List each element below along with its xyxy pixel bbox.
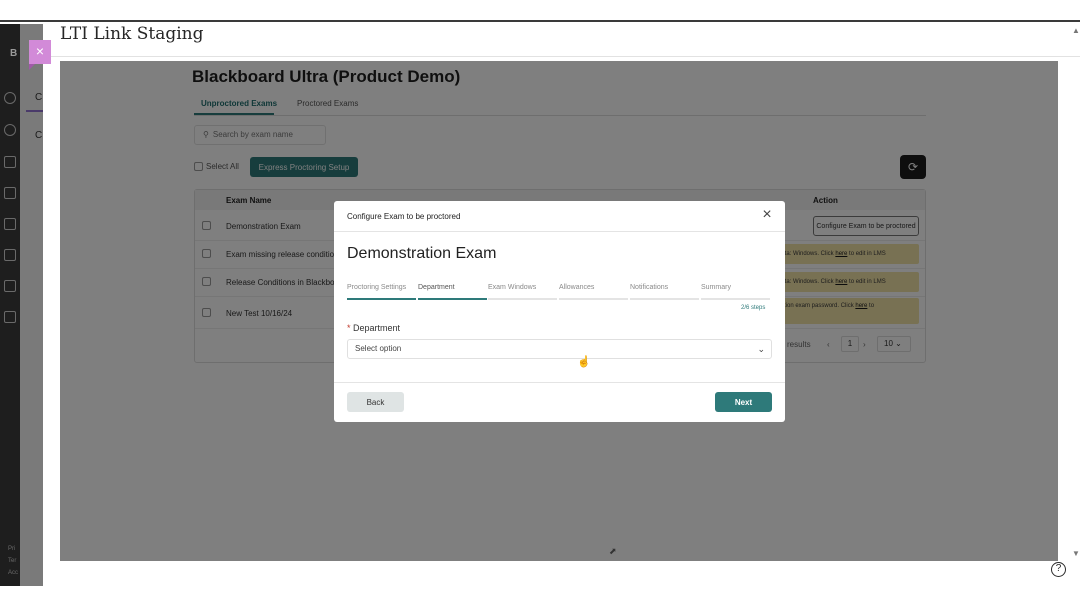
close-icon: × bbox=[762, 206, 772, 223]
profile-icon[interactable] bbox=[4, 92, 16, 104]
step-proctoring-settings[interactable]: Proctoring Settings bbox=[347, 284, 406, 291]
step-exam-windows[interactable]: Exam Windows bbox=[488, 284, 536, 291]
modal-footer-divider bbox=[334, 382, 785, 383]
edit-icon[interactable] bbox=[4, 280, 16, 292]
step-progress-bar bbox=[418, 298, 487, 300]
help-icon: ? bbox=[1055, 563, 1062, 574]
rail-footer-terms[interactable]: Ter bbox=[8, 558, 16, 564]
top-bar bbox=[0, 0, 1080, 22]
courses-icon[interactable] bbox=[4, 156, 16, 168]
scroll-down-arrow[interactable]: ▼ bbox=[1072, 549, 1080, 558]
help-button[interactable]: ? bbox=[1051, 562, 1066, 577]
panel-divider bbox=[43, 56, 1080, 57]
hand-cursor-icon: ☝ bbox=[577, 356, 591, 368]
arrow-cursor-icon: ⬈ bbox=[609, 546, 617, 556]
close-icon: × bbox=[35, 43, 45, 59]
step-notifications[interactable]: Notifications bbox=[630, 284, 668, 291]
next-button[interactable]: Next bbox=[715, 392, 772, 412]
scroll-up-arrow[interactable]: ▲ bbox=[1072, 26, 1080, 35]
department-label-text: Department bbox=[353, 323, 401, 333]
rail-footer-privacy[interactable]: Pri bbox=[8, 546, 15, 552]
department-select[interactable]: Select option ⌄ bbox=[347, 339, 772, 359]
grades-icon[interactable] bbox=[4, 249, 16, 261]
configure-exam-modal: Configure Exam to be proctored × Demonst… bbox=[334, 201, 785, 422]
step-allowances[interactable]: Allowances bbox=[559, 284, 594, 291]
strip-letter: C bbox=[35, 92, 43, 103]
step-department[interactable]: Department bbox=[418, 284, 455, 291]
panel-close-button[interactable]: × bbox=[29, 40, 51, 70]
step-progress-bar bbox=[559, 298, 628, 300]
strip-underline bbox=[26, 110, 43, 112]
required-mark: * bbox=[347, 323, 351, 333]
chevron-down-icon: ⌄ bbox=[757, 344, 765, 354]
back-button[interactable]: Back bbox=[347, 392, 404, 412]
lms-navigation-rail: B Pri Ter Acc bbox=[0, 24, 20, 586]
modal-header-title: Configure Exam to be proctored bbox=[347, 212, 461, 221]
globe-icon[interactable] bbox=[4, 124, 16, 136]
exam-title: Demonstration Exam bbox=[347, 245, 497, 262]
step-progress-bar bbox=[630, 298, 699, 300]
modal-header-divider bbox=[334, 231, 785, 232]
messages-icon[interactable] bbox=[4, 218, 16, 230]
rail-footer-accessibility[interactable]: Acc bbox=[8, 570, 18, 576]
step-summary[interactable]: Summary bbox=[701, 284, 731, 291]
lms-secondary-strip: C C bbox=[20, 24, 43, 586]
rail-logo: B bbox=[10, 48, 18, 59]
panel-title: LTI Link Staging bbox=[60, 24, 204, 44]
department-field-label: * Department bbox=[347, 323, 400, 333]
logout-icon[interactable] bbox=[4, 311, 16, 323]
step-progress-bar bbox=[488, 298, 557, 300]
calendar-icon[interactable] bbox=[4, 187, 16, 199]
modal-close-button[interactable]: × bbox=[759, 207, 775, 223]
steps-counter: 2/6 steps bbox=[741, 305, 766, 311]
step-progress-bar bbox=[347, 298, 416, 300]
strip-letter-2: C bbox=[35, 130, 43, 141]
department-select-value: Select option bbox=[355, 344, 402, 353]
step-progress-bar bbox=[701, 298, 770, 300]
